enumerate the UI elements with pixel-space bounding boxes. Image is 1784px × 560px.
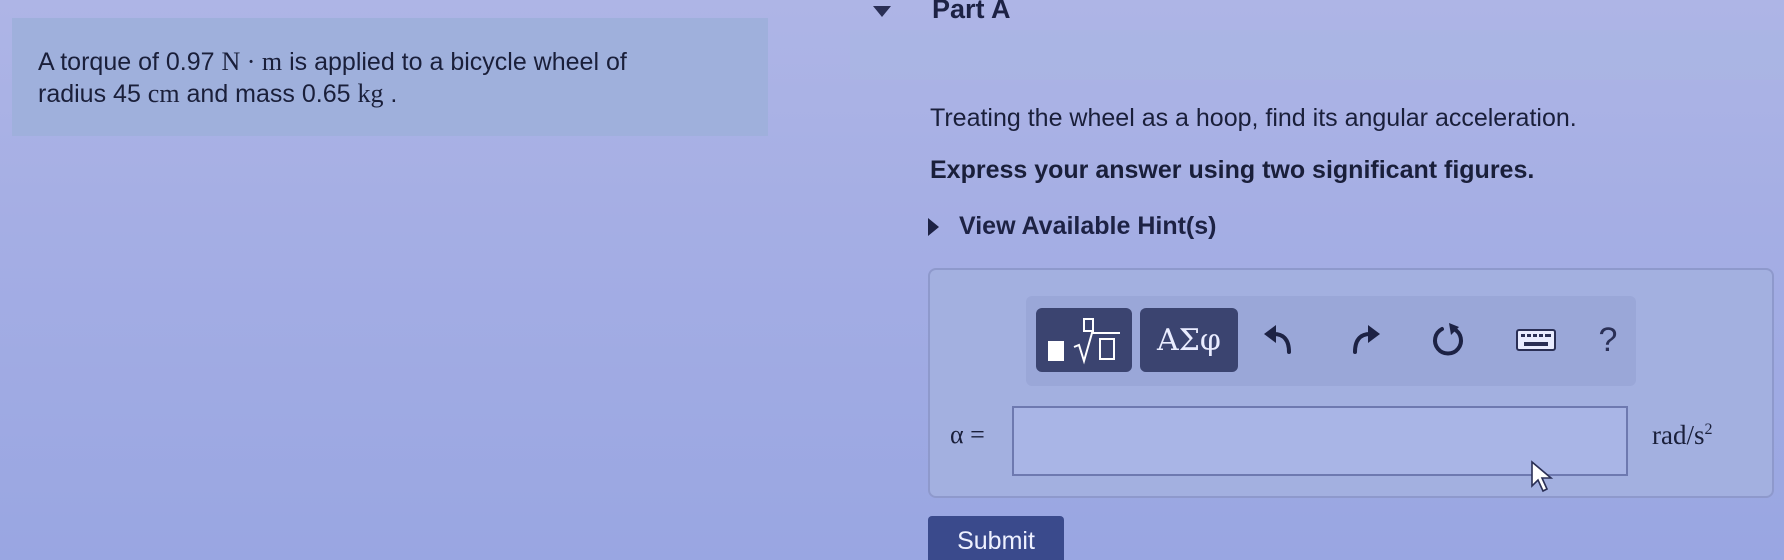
unit-base: rad/s [1652, 420, 1705, 450]
math-toolbar: ΑΣφ ? [1026, 296, 1636, 386]
templates-button[interactable] [1036, 308, 1132, 372]
mouse-pointer-icon [1531, 460, 1554, 493]
answer-variable-label: α = [950, 420, 985, 449]
unit-exponent: 2 [1704, 421, 1713, 438]
instruction-text: Express your answer using two significan… [930, 156, 1535, 184]
redo-icon [1353, 325, 1380, 354]
templates-radical-icon [1048, 318, 1120, 365]
undo-button[interactable] [1258, 318, 1302, 362]
problem-statement: A torque of 0.97 N · m is applied to a b… [12, 18, 768, 136]
view-hints-toggle[interactable]: View Available Hint(s) [928, 212, 1216, 241]
answer-unit: rad/s2 [1652, 420, 1712, 451]
keyboard-button[interactable] [1514, 318, 1558, 362]
question-text: Treating the wheel as a hoop, find its a… [930, 104, 1577, 132]
problem-text: . [383, 80, 398, 108]
redo-button[interactable] [1342, 318, 1386, 362]
symbols-button[interactable]: ΑΣφ [1140, 308, 1238, 372]
keyboard-icon [1516, 329, 1556, 351]
torque-unit: N · m [221, 47, 283, 76]
collapse-caret-icon[interactable] [873, 6, 891, 17]
answer-panel: ΑΣφ ? α = rad/s2 [928, 268, 1774, 498]
expand-caret-icon [928, 217, 939, 236]
problem-line-1: A torque of 0.97 N · m is applied to a b… [38, 46, 742, 78]
reset-button[interactable] [1426, 318, 1470, 362]
part-title: Part A [932, 0, 1011, 24]
problem-text: radius 45 [38, 80, 148, 108]
problem-text: is applied to a bicycle wheel of [282, 48, 627, 76]
part-header-band [850, 30, 1784, 80]
submit-button[interactable]: Submit [928, 516, 1064, 560]
problem-line-2: radius 45 cm and mass 0.65 kg . [38, 78, 742, 110]
problem-text: A torque of 0.97 [38, 48, 222, 76]
reset-icon [1433, 323, 1463, 356]
help-button[interactable]: ? [1586, 318, 1630, 362]
radius-unit: cm [147, 79, 180, 108]
undo-icon [1264, 325, 1291, 354]
hints-label: View Available Hint(s) [959, 212, 1217, 240]
problem-text: and mass 0.65 [179, 80, 358, 108]
mass-unit: kg [357, 79, 384, 108]
